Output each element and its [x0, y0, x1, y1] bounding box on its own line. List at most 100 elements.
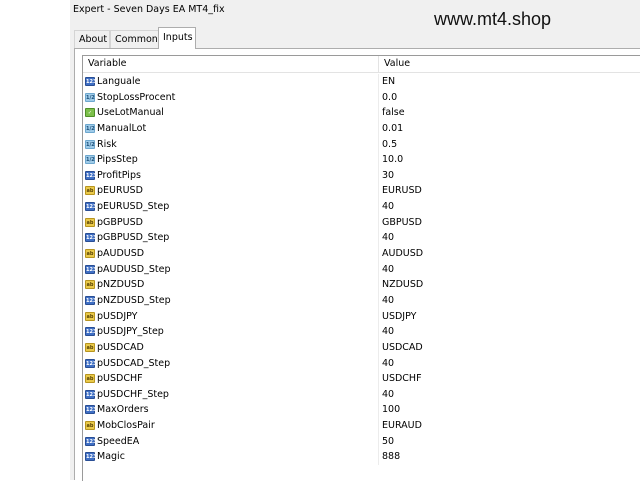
- parameter-value[interactable]: EN: [382, 74, 395, 90]
- parameter-value[interactable]: AUDUSD: [382, 246, 423, 262]
- watermark-text: www.mt4.shop: [434, 9, 552, 29]
- parameter-value[interactable]: 0.5: [382, 137, 397, 153]
- parameter-row[interactable]: ab pUSDCHF USDCHF: [83, 371, 640, 387]
- parameter-row[interactable]: 123 pUSDCAD_Step 40: [83, 355, 640, 372]
- column-divider: [378, 246, 379, 262]
- grid-header: Variable Value: [83, 56, 640, 73]
- inputs-panel: Variable Value 123 Languale EN 1/2 StopLossP…: [74, 48, 640, 481]
- parameter-row[interactable]: ab pAUDUSD AUDUSD: [83, 246, 640, 262]
- string-type-icon: ab: [85, 186, 95, 196]
- parameter-name: pGBPUSD_Step: [97, 232, 170, 244]
- parameter-value[interactable]: EURUSD: [382, 183, 422, 199]
- parameter-name: Risk: [97, 138, 117, 150]
- parameter-row[interactable]: 123 pNZDUSD_Step 40: [83, 292, 640, 309]
- int-type-icon: 123: [85, 295, 97, 305]
- column-divider: [378, 74, 379, 90]
- parameter-row[interactable]: ab pUSDCAD USDCAD: [83, 339, 640, 356]
- parameter-row[interactable]: 1/2 ManualLot 0.01: [83, 120, 640, 137]
- parameter-name: PipsStep: [97, 154, 138, 166]
- string-type-icon: ab: [85, 421, 95, 431]
- column-divider: [378, 261, 379, 278]
- double-type-icon: 1/2: [85, 139, 95, 149]
- parameter-row[interactable]: 123 ProfitPips 30: [83, 167, 640, 184]
- int-type-icon: 123: [85, 233, 97, 243]
- parameter-value[interactable]: EURAUD: [382, 418, 422, 434]
- parameter-row[interactable]: ab MobClosPair EURAUD: [83, 418, 640, 434]
- parameter-value[interactable]: 0.0: [382, 90, 397, 106]
- parameter-name: pEURUSD: [97, 185, 143, 197]
- parameter-name: MobClosPair: [97, 420, 155, 432]
- parameter-row[interactable]: 123 pGBPUSD_Step 40: [83, 230, 640, 247]
- parameter-value[interactable]: 40: [382, 356, 394, 372]
- tab-about[interactable]: About: [74, 30, 110, 48]
- parameter-name: pUSDJPY_Step: [97, 326, 164, 338]
- int-type-icon: 123: [85, 436, 97, 446]
- window-title: Expert - Seven Days EA MT4_fix: [73, 4, 225, 15]
- parameter-row[interactable]: 123 pAUDUSD_Step 40: [83, 261, 640, 278]
- parameter-name: ManualLot: [97, 122, 147, 134]
- parameter-value[interactable]: 100: [382, 402, 400, 418]
- tab-common[interactable]: Common: [110, 30, 160, 48]
- expert-properties-dialog: Expert - Seven Days EA MT4_fix About Com…: [70, 0, 640, 481]
- parameter-value[interactable]: 40: [382, 199, 394, 215]
- parameter-name: MaxOrders: [97, 404, 149, 416]
- column-header-value[interactable]: Value: [379, 56, 640, 72]
- parameter-row[interactable]: 123 pUSDJPY_Step 40: [83, 324, 640, 340]
- column-divider: [378, 152, 379, 168]
- double-type-icon: 1/2: [85, 123, 95, 133]
- int-type-icon: 123: [85, 264, 97, 274]
- parameter-value[interactable]: USDCAD: [382, 340, 423, 356]
- column-divider: [378, 105, 379, 121]
- parameter-value[interactable]: 888: [382, 449, 400, 465]
- tab-inputs[interactable]: Inputs: [158, 27, 196, 49]
- column-divider: [378, 277, 379, 293]
- parameter-row[interactable]: ab pGBPUSD GBPUSD: [83, 214, 640, 231]
- parameter-name: Languale: [97, 76, 141, 87]
- parameter-row[interactable]: 123 Languale EN: [83, 74, 640, 90]
- parameter-value[interactable]: 10.0: [382, 152, 403, 168]
- parameter-value[interactable]: NZDUSD: [382, 277, 423, 293]
- parameter-row[interactable]: 123 MaxOrders 100: [83, 402, 640, 419]
- parameter-value[interactable]: 40: [382, 324, 394, 340]
- parameter-value[interactable]: 30: [382, 168, 394, 184]
- int-type-icon: 123: [85, 405, 97, 415]
- column-divider: [378, 214, 379, 231]
- double-type-icon: 1/2: [85, 92, 95, 102]
- parameter-row[interactable]: 1/2 PipsStep 10.0: [83, 152, 640, 168]
- parameter-row[interactable]: 1/2 Risk 0.5: [83, 136, 640, 153]
- parameter-row[interactable]: 123 SpeedEA 50: [83, 433, 640, 450]
- parameter-value[interactable]: 0.01: [382, 121, 403, 137]
- column-divider: [378, 402, 379, 419]
- parameter-row[interactable]: ✓ UseLotManual false: [83, 105, 640, 121]
- column-divider: [378, 355, 379, 372]
- parameter-row[interactable]: 123 pUSDCHF_Step 40: [83, 386, 640, 403]
- parameter-value[interactable]: USDJPY: [382, 309, 416, 325]
- parameter-row[interactable]: ab pUSDJPY USDJPY: [83, 308, 640, 325]
- parameter-name: pUSDCHF_Step: [97, 388, 169, 400]
- int-type-icon: 123: [85, 202, 97, 212]
- parameter-row[interactable]: 123 pEURUSD_Step 40: [83, 199, 640, 215]
- parameter-value[interactable]: 40: [382, 387, 394, 403]
- parameter-value[interactable]: 50: [382, 434, 394, 450]
- parameter-name: pUSDCHF: [97, 373, 143, 385]
- column-divider: [378, 230, 379, 247]
- column-divider: [378, 136, 379, 153]
- parameter-value[interactable]: false: [382, 105, 405, 121]
- column-divider: [378, 449, 379, 466]
- parameter-name: pAUDUSD: [97, 248, 145, 260]
- string-type-icon: ab: [85, 249, 95, 259]
- parameter-value[interactable]: GBPUSD: [382, 215, 422, 231]
- parameter-value[interactable]: 40: [382, 293, 394, 309]
- parameter-row[interactable]: 1/2 StopLossProcent 0.0: [83, 89, 640, 106]
- parameter-row[interactable]: ab pNZDUSD NZDUSD: [83, 277, 640, 293]
- column-divider: [378, 339, 379, 356]
- column-divider: [378, 199, 379, 215]
- parameter-value[interactable]: 40: [382, 230, 394, 246]
- parameter-row[interactable]: ab pEURUSD EURUSD: [83, 183, 640, 200]
- column-header-variable[interactable]: Variable: [83, 56, 379, 72]
- parameter-value[interactable]: 40: [382, 262, 394, 278]
- column-divider: [378, 120, 379, 137]
- parameter-row[interactable]: 123 Magic 888: [83, 449, 640, 466]
- parameter-value[interactable]: USDCHF: [382, 371, 422, 387]
- column-divider: [378, 308, 379, 325]
